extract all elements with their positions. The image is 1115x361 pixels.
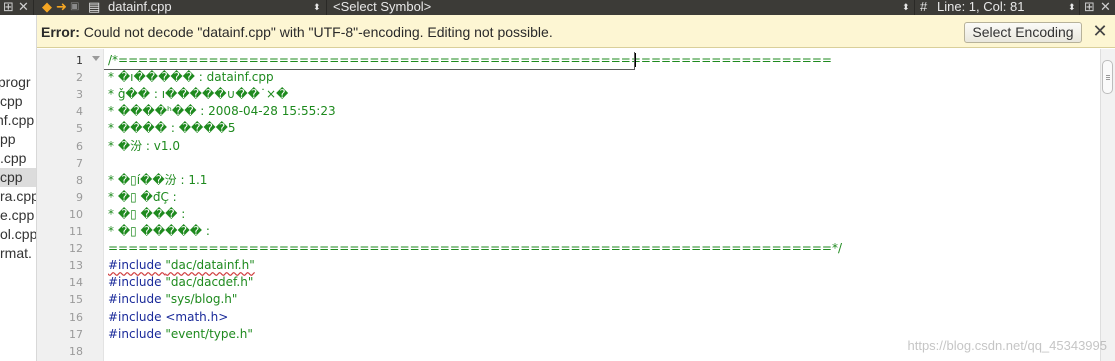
file-selector[interactable]: datainf.cpp — [108, 0, 172, 15]
split-right-icon[interactable]: ⊞ — [1084, 0, 1095, 15]
code-line[interactable]: * ǧ�� : ı�����∪��˙×� — [108, 86, 288, 103]
line-number: 8 — [76, 173, 83, 187]
line-number: 9 — [76, 190, 83, 204]
vertical-scrollbar[interactable] — [1100, 49, 1115, 361]
line-number: 11 — [69, 225, 83, 238]
line-number: 17 — [69, 327, 83, 341]
close-infobar-icon[interactable]: ✕ — [1090, 20, 1110, 42]
code-line[interactable]: * �▯ ����� : — [108, 223, 210, 240]
scrollbar-thumb[interactable] — [1102, 60, 1113, 94]
line-number: 18 — [69, 344, 83, 358]
nav-forward-icon[interactable]: ➜ — [56, 0, 67, 15]
code-line[interactable]: #include "event/type.h" — [108, 326, 253, 343]
document-icon: ▤ — [88, 0, 101, 14]
code-line[interactable]: * �ı����� : datainf.cpp — [108, 69, 274, 86]
file-selector-arrows-icon[interactable]: ⬍ — [313, 0, 321, 15]
text-cursor — [635, 53, 636, 67]
close-sidebar-icon[interactable]: ✕ — [18, 0, 29, 15]
file-item[interactable]: /progr — [0, 73, 36, 92]
line-number-gutter: 1 2 3 4 5 6 7 8 9 10 11 12 13 14 15 16 17 18 — [37, 49, 104, 361]
error-label: Error: — [41, 24, 80, 40]
hash-icon: # — [920, 0, 928, 14]
fold-toggle-icon[interactable] — [92, 56, 100, 61]
file-item[interactable]: cpp — [0, 92, 36, 111]
line-number: 16 — [69, 310, 83, 324]
cursor-position[interactable]: Line: 1, Col: 81 — [937, 0, 1024, 15]
line-number: 12 — [69, 242, 83, 256]
file-item[interactable]: pp — [0, 130, 36, 149]
code-line[interactable]: #include <math.h> — [108, 309, 228, 326]
code-line[interactable]: * �汾 : v1.0 — [108, 138, 180, 155]
line-number: 2 — [76, 71, 83, 85]
close-editor-icon[interactable]: ✕ — [1100, 0, 1111, 15]
file-item[interactable]: rmat. — [0, 244, 36, 263]
editor-toolbar: ⊞ ✕ ◆ ➜ ▣ ▤ datainf.cpp ⬍ <Select Symbol… — [0, 0, 1115, 15]
lock-icon: ▣ — [70, 1, 80, 12]
line-number: 7 — [76, 156, 83, 170]
code-line[interactable]: * �▯ ��� : — [108, 206, 185, 223]
line-number: 10 — [69, 207, 83, 221]
error-text: Could not decode "datainf.cpp" with "UTF… — [79, 24, 553, 40]
line-number: 14 — [69, 276, 83, 290]
bracket-highlight — [104, 52, 635, 70]
encoding-error-bar: Error: Could not decode "datainf.cpp" wi… — [37, 15, 1115, 48]
code-line[interactable]: #include "sys/blog.h" — [108, 291, 237, 308]
select-encoding-button[interactable]: Select Encoding — [964, 22, 1082, 43]
file-item[interactable]: e.cpp — [0, 206, 36, 225]
file-item[interactable]: nf.cpp — [0, 111, 36, 130]
error-message: Error: Could not decode "datainf.cpp" wi… — [41, 24, 553, 40]
watermark: https://blog.csdn.net/qq_45343995 — [907, 338, 1108, 353]
file-item[interactable]: ol.cpp — [0, 225, 36, 244]
line-number: 15 — [69, 293, 83, 307]
line-number: 1 — [76, 54, 83, 67]
code-editor[interactable]: /*======================================… — [104, 49, 1100, 361]
split-left-icon[interactable]: ⊞ — [3, 0, 14, 15]
line-number: 13 — [69, 259, 83, 273]
line-number: 6 — [76, 139, 83, 153]
file-browser: /progr cpp nf.cpp pp .cpp cpp ra.cpp e.c… — [0, 15, 37, 361]
code-line[interactable]: * �▯í��汾 : 1.1 — [108, 172, 207, 189]
file-item[interactable]: ra.cpp — [0, 187, 36, 206]
symbol-selector[interactable]: <Select Symbol> — [333, 0, 431, 15]
code-line[interactable]: #include "dac/dacdef.h" — [108, 274, 253, 291]
nav-back-icon[interactable]: ◆ — [42, 0, 52, 15]
symbol-selector-arrows-icon[interactable]: ⬍ — [902, 0, 910, 15]
line-number: 5 — [76, 122, 83, 136]
code-line[interactable]: ========================================… — [108, 240, 842, 257]
line-number: 3 — [76, 88, 83, 102]
code-line[interactable]: * �▯ �đÇ : — [108, 189, 177, 206]
code-line[interactable]: * ���� : ����5 — [108, 120, 236, 137]
code-line[interactable]: * ����ʰ�� : 2008-04-28 15:55:23 — [108, 103, 336, 120]
position-arrows-icon[interactable]: ⬍ — [1068, 0, 1076, 15]
file-item-selected[interactable]: cpp — [0, 168, 36, 187]
code-line[interactable]: #include "dac/datainf.h" — [108, 257, 255, 274]
line-number: 4 — [76, 105, 83, 119]
file-item[interactable]: .cpp — [0, 149, 36, 168]
